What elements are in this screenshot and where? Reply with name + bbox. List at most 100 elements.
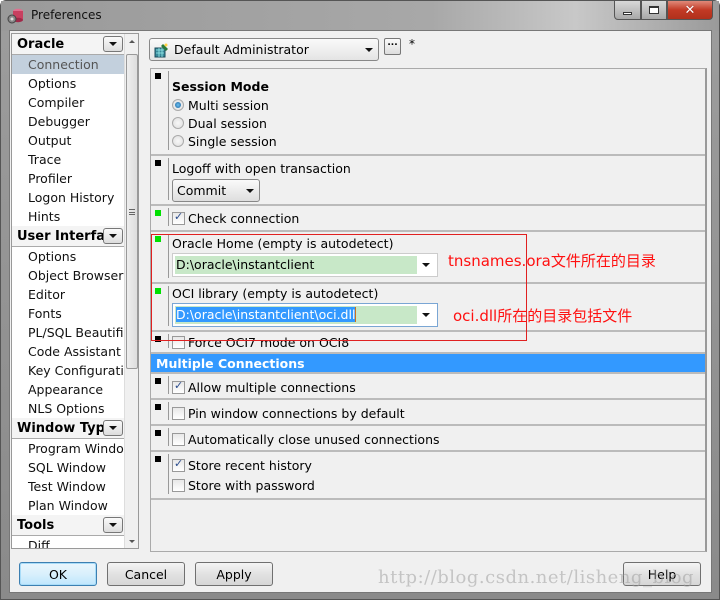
pin-window-checkbox[interactable]: Pin window connections by default	[172, 403, 705, 423]
close-button[interactable]: ✕	[667, 1, 713, 20]
group-collapse-button[interactable]	[103, 36, 123, 52]
sidebar-group-user-interface[interactable]: User Interface	[12, 226, 125, 247]
sidebar-item-profiler[interactable]: Profiler	[12, 169, 125, 188]
cancel-button[interactable]: Cancel	[107, 562, 185, 586]
scroll-up-button[interactable]	[125, 34, 138, 48]
changed-marker	[155, 210, 161, 216]
group-collapse-button[interactable]	[103, 517, 123, 533]
row-divider	[168, 158, 169, 200]
pin-window-row: Pin window connections by default	[151, 400, 705, 426]
row-divider	[168, 454, 169, 494]
sidebar-item-object-browser[interactable]: Object Browser	[12, 266, 125, 285]
store-history-checkbox[interactable]: Store recent history	[172, 455, 705, 475]
modified-marker: *	[409, 37, 415, 51]
annotation-oci-library: oci.dll所在的目录包括文件	[453, 307, 633, 325]
title-bar[interactable]: Preferences ✕	[1, 1, 719, 31]
sidebar-item-appearance[interactable]: Appearance	[12, 380, 125, 399]
category-list: Oracle Connection Options Compiler Debug…	[12, 34, 125, 548]
radio-button-icon	[172, 99, 184, 111]
scrollbar-thumb[interactable]	[126, 54, 138, 369]
maximize-icon	[649, 6, 659, 14]
group-collapse-button[interactable]	[103, 420, 123, 436]
checkbox-label: Allow multiple connections	[188, 379, 356, 395]
radio-dual-session[interactable]: Dual session	[172, 114, 705, 132]
sidebar-item-diff[interactable]: Diff	[12, 536, 125, 548]
checkbox-icon	[172, 210, 185, 225]
sidebar-item-hints[interactable]: Hints	[12, 207, 125, 226]
check-connection-checkbox[interactable]: Check connection	[172, 208, 705, 228]
scroll-down-button[interactable]	[125, 534, 138, 548]
sidebar-item-test-window[interactable]: Test Window	[12, 477, 125, 496]
arrow-up-icon	[129, 39, 135, 43]
radio-label: Multi session	[188, 97, 269, 113]
checkbox-icon	[172, 379, 185, 394]
close-icon: ✕	[684, 2, 696, 18]
logoff-value: Commit	[177, 183, 227, 198]
sidebar-item-program-window[interactable]: Program Window	[12, 439, 125, 458]
chevron-down-icon	[109, 523, 117, 527]
default-marker	[155, 73, 161, 79]
chevron-down-icon	[109, 234, 117, 238]
checkbox-icon	[172, 406, 185, 420]
sidebar-item-trace[interactable]: Trace	[12, 150, 125, 169]
dropdown-arrow[interactable]	[360, 47, 378, 52]
radio-single-session[interactable]: Single session	[172, 132, 705, 150]
chevron-down-icon	[246, 188, 254, 193]
profile-more-button[interactable]: ...	[384, 38, 401, 55]
allow-multiple-row: Allow multiple connections	[151, 374, 705, 400]
sidebar-item-debugger[interactable]: Debugger	[12, 112, 125, 131]
sidebar-item-plan-window[interactable]: Plan Window	[12, 496, 125, 515]
radio-multi-session[interactable]: Multi session	[172, 96, 705, 114]
default-marker	[155, 430, 161, 436]
store-password-checkbox[interactable]: Store with password	[172, 475, 705, 495]
row-divider	[168, 428, 169, 446]
sidebar-item-sql-window[interactable]: SQL Window	[12, 458, 125, 477]
row-divider	[168, 376, 169, 394]
group-collapse-button[interactable]	[103, 228, 123, 244]
session-mode-row: Session Mode Multi session Dual session …	[151, 69, 705, 156]
profile-select[interactable]: Default Administrator	[149, 38, 379, 61]
sidebar-group-tools[interactable]: Tools	[12, 515, 125, 536]
allow-multiple-checkbox[interactable]: Allow multiple connections	[172, 377, 705, 397]
radio-label: Dual session	[188, 115, 267, 131]
sidebar-item-key-configuration[interactable]: Key Configuration	[12, 361, 125, 380]
sidebar-group-oracle[interactable]: Oracle	[12, 34, 125, 55]
sidebar-item-options[interactable]: Options	[12, 74, 125, 93]
check-connection-row: Check connection	[151, 206, 705, 232]
checkbox-icon	[172, 457, 185, 472]
apply-button[interactable]: Apply	[195, 562, 273, 586]
sidebar-item-nls-options[interactable]: NLS Options	[12, 399, 125, 418]
ok-button[interactable]: OK	[19, 562, 97, 586]
grip-icon	[129, 208, 135, 215]
logoff-label: Logoff with open transaction	[172, 161, 351, 176]
logoff-select[interactable]: Commit	[172, 179, 260, 202]
checkbox-label: Automatically close unused connections	[188, 431, 440, 447]
category-sidebar: Oracle Connection Options Compiler Debug…	[11, 33, 139, 549]
checkbox-label: Check connection	[188, 210, 300, 226]
sidebar-item-editor[interactable]: Editor	[12, 285, 125, 304]
auto-close-checkbox[interactable]: Automatically close unused connections	[172, 429, 705, 449]
sidebar-item-logon-history[interactable]: Logon History	[12, 188, 125, 207]
sidebar-group-window-types[interactable]: Window Types	[12, 418, 125, 439]
default-marker	[155, 160, 161, 166]
sidebar-item-ui-options[interactable]: Options	[12, 247, 125, 266]
sidebar-item-output[interactable]: Output	[12, 131, 125, 150]
sidebar-item-fonts[interactable]: Fonts	[12, 304, 125, 323]
row-divider	[168, 402, 169, 420]
auto-close-row: Automatically close unused connections	[151, 426, 705, 452]
checkbox-icon	[172, 432, 185, 446]
sidebar-item-connection[interactable]: Connection	[12, 55, 125, 74]
history-row: Store recent history Store with password	[151, 452, 705, 500]
radio-button-icon	[172, 117, 184, 129]
checkbox-label: Store recent history	[188, 457, 312, 473]
sidebar-scrollbar[interactable]	[124, 34, 138, 548]
checkbox-icon	[172, 478, 185, 492]
maximize-button[interactable]	[641, 1, 667, 20]
sidebar-item-compiler[interactable]: Compiler	[12, 93, 125, 112]
app-database-icon	[7, 8, 23, 24]
sidebar-item-code-assistant[interactable]: Code Assistant	[12, 342, 125, 361]
arrow-down-icon	[129, 539, 135, 543]
sidebar-item-plsql-beautifier[interactable]: PL/SQL Beautifier	[12, 323, 125, 342]
minimize-button[interactable]	[614, 1, 641, 20]
default-marker	[155, 456, 161, 462]
